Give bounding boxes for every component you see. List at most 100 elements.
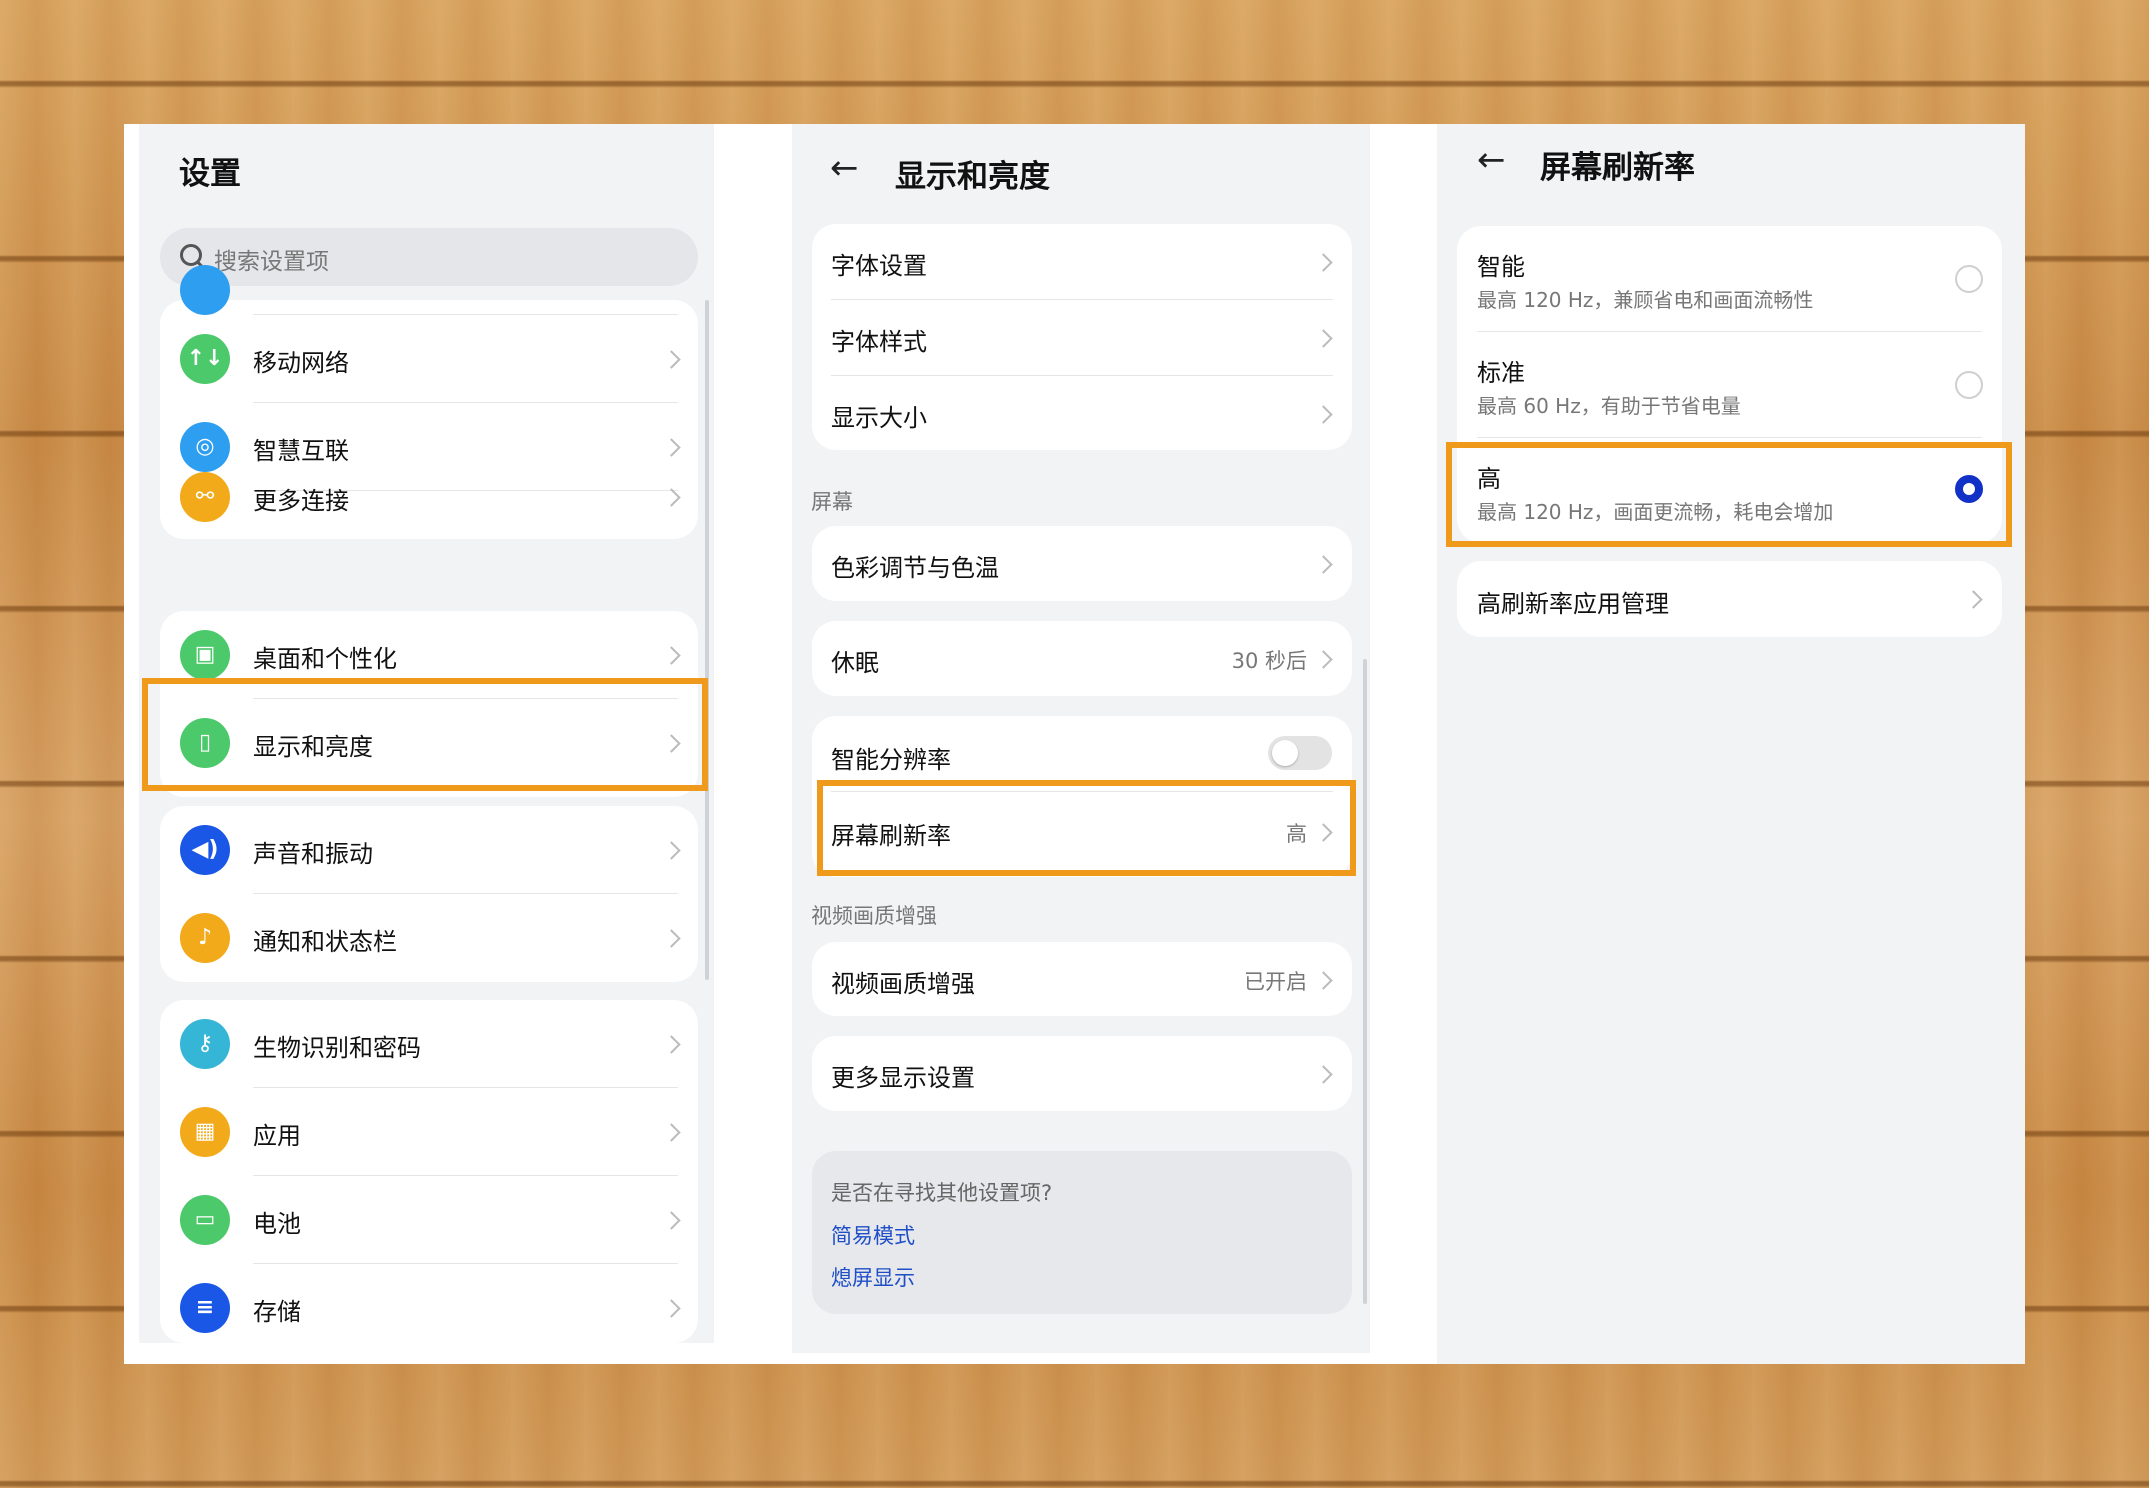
sidebar-item-notifications[interactable]: ♪ 通知和状态栏 <box>160 894 698 982</box>
chevron-right-icon <box>662 1211 681 1230</box>
highlight-high-option <box>1446 442 2012 547</box>
page-title: 屏幕刷新率 <box>1540 150 1695 186</box>
link-icon: ⚯ <box>180 472 230 522</box>
option-description: 最高 60 Hz，有助于节省电量 <box>1477 394 1741 418</box>
partial-item-icon <box>180 265 230 315</box>
battery-icon: ▭ <box>180 1195 230 1245</box>
section-header-video: 视频画质增强 <box>811 904 937 928</box>
display-size-label: 显示大小 <box>831 404 927 432</box>
highlight-display-brightness <box>142 678 708 791</box>
sidebar-item-smart-connect[interactable]: ◎ 智慧互联 <box>160 403 698 491</box>
connectivity-group: ↑↓ 移动网络 ◎ 智慧互联 ⚯ 更多连接 <box>160 265 698 539</box>
sidebar-item-biometrics[interactable]: ⚷ 生物识别和密码 <box>160 1000 698 1088</box>
chevron-right-icon <box>662 929 681 948</box>
chevron-right-icon <box>662 1035 681 1054</box>
chevron-right-icon <box>662 646 681 665</box>
page-title: 显示和亮度 <box>895 159 1050 195</box>
display-panel: ← 显示和亮度 字体设置 字体样式 显示大小 屏幕 色彩调节与色温 休眠 30 … <box>792 124 1370 1353</box>
option-description: 最高 120 Hz，兼顾省电和画面流畅性 <box>1477 288 1814 312</box>
sidebar-item-label: 智慧互联 <box>253 437 349 465</box>
sidebar-item-sound[interactable]: ◀) 声音和振动 <box>160 806 698 894</box>
sidebar-item-storage[interactable]: ≡ 存储 <box>160 1264 698 1343</box>
option-label: 智能 <box>1477 253 1525 281</box>
bell-icon: ♪ <box>180 913 230 963</box>
video-enhance-value: 已开启 <box>1244 970 1307 994</box>
list-item-partial <box>160 265 698 315</box>
highlight-refresh-rate <box>817 780 1356 876</box>
search-placeholder: 搜索设置项 <box>214 249 329 275</box>
video-enhance-label: 视频画质增强 <box>831 970 975 998</box>
sidebar-item-label: 桌面和个性化 <box>253 645 397 673</box>
suggestion-card: 是否在寻找其他设置项? 简易模式 熄屏显示 <box>812 1151 1352 1314</box>
video-enhance-item[interactable]: 视频画质增强 已开启 <box>812 942 1352 1016</box>
chevron-right-icon <box>662 1123 681 1142</box>
aod-link[interactable]: 熄屏显示 <box>831 1262 915 1292</box>
option-standard[interactable]: 标准 最高 60 Hz，有助于节省电量 <box>1457 332 2002 438</box>
key-icon: ⚷ <box>180 1019 230 1069</box>
sidebar-item-label: 移动网络 <box>253 349 349 377</box>
font-style-item[interactable]: 字体样式 <box>812 300 1352 376</box>
sidebar-item-label: 更多连接 <box>253 487 349 515</box>
radio-button[interactable] <box>1955 371 1983 399</box>
scrollbar[interactable] <box>1363 659 1367 1304</box>
section-header-screen: 屏幕 <box>811 490 853 514</box>
chevron-right-icon <box>662 841 681 860</box>
sidebar-item-apps[interactable]: ▦ 应用 <box>160 1088 698 1176</box>
more-display-item[interactable]: 更多显示设置 <box>812 1036 1352 1111</box>
speaker-icon: ◀) <box>180 825 230 875</box>
search-input[interactable]: 搜索设置项 <box>160 228 698 286</box>
color-temp-label: 色彩调节与色温 <box>831 554 999 582</box>
chevron-right-icon <box>1314 329 1333 348</box>
sidebar-item-label: 通知和状态栏 <box>253 928 397 956</box>
font-group: 字体设置 字体样式 显示大小 <box>812 224 1352 450</box>
mobile-network-icon: ↑↓ <box>180 334 230 384</box>
sidebar-item-label: 应用 <box>253 1122 301 1150</box>
font-settings-item[interactable]: 字体设置 <box>812 224 1352 300</box>
chevron-right-icon <box>662 1299 681 1318</box>
storage-icon: ≡ <box>180 1283 230 1333</box>
chevron-right-icon <box>1314 555 1333 574</box>
smart-connect-icon: ◎ <box>180 422 230 472</box>
sidebar-item-label: 电池 <box>253 1210 301 1238</box>
chevron-right-icon <box>1314 253 1333 272</box>
page-title: 设置 <box>179 156 241 192</box>
sidebar-item-label: 声音和振动 <box>253 840 373 868</box>
sidebar-item-battery[interactable]: ▭ 电池 <box>160 1176 698 1264</box>
image-icon: ▣ <box>180 630 230 680</box>
sidebar-item-mobile-network[interactable]: ↑↓ 移动网络 <box>160 315 698 403</box>
chevron-right-icon <box>662 350 681 369</box>
chevron-right-icon <box>1314 1065 1333 1084</box>
sidebar-item-label: 生物识别和密码 <box>253 1034 421 1062</box>
smart-resolution-toggle[interactable] <box>1268 736 1332 770</box>
chevron-right-icon <box>1314 971 1333 990</box>
radio-button[interactable] <box>1955 265 1983 293</box>
chevron-right-icon <box>662 438 681 457</box>
sleep-item[interactable]: 休眠 30 秒后 <box>812 621 1352 696</box>
color-temp-item[interactable]: 色彩调节与色温 <box>812 526 1352 601</box>
sound-group: ◀) 声音和振动 ♪ 通知和状态栏 <box>160 806 698 982</box>
simple-mode-link[interactable]: 简易模式 <box>831 1220 915 1250</box>
display-size-item[interactable]: 显示大小 <box>812 376 1352 450</box>
refresh-rate-panel: ← 屏幕刷新率 智能 最高 120 Hz，兼顾省电和画面流畅性 标准 最高 60… <box>1437 124 2025 1364</box>
app-refresh-manage-item[interactable]: 高刷新率应用管理 <box>1457 561 2002 637</box>
sleep-value: 30 秒后 <box>1231 649 1307 673</box>
font-style-label: 字体样式 <box>831 328 927 356</box>
back-arrow-icon[interactable]: ← <box>1477 140 1506 180</box>
apps-grid-icon: ▦ <box>180 1107 230 1157</box>
app-refresh-manage-label: 高刷新率应用管理 <box>1477 590 1669 618</box>
chevron-right-icon <box>1314 650 1333 669</box>
scrollbar[interactable] <box>705 300 709 980</box>
option-label: 标准 <box>1477 359 1525 387</box>
back-arrow-icon[interactable]: ← <box>830 148 859 188</box>
search-icon <box>180 244 202 266</box>
chevron-right-icon <box>1314 405 1333 424</box>
chevron-right-icon <box>662 488 681 507</box>
sidebar-item-label: 存储 <box>253 1298 301 1326</box>
sleep-label: 休眠 <box>831 649 879 677</box>
more-display-label: 更多显示设置 <box>831 1064 975 1092</box>
sidebar-item-more-connections[interactable]: ⚯ 更多连接 <box>160 472 698 539</box>
option-smart[interactable]: 智能 最高 120 Hz，兼顾省电和画面流畅性 <box>1457 226 2002 332</box>
suggestion-title: 是否在寻找其他设置项? <box>831 1181 1053 1205</box>
chevron-right-icon <box>1964 590 1983 609</box>
font-settings-label: 字体设置 <box>831 252 927 280</box>
